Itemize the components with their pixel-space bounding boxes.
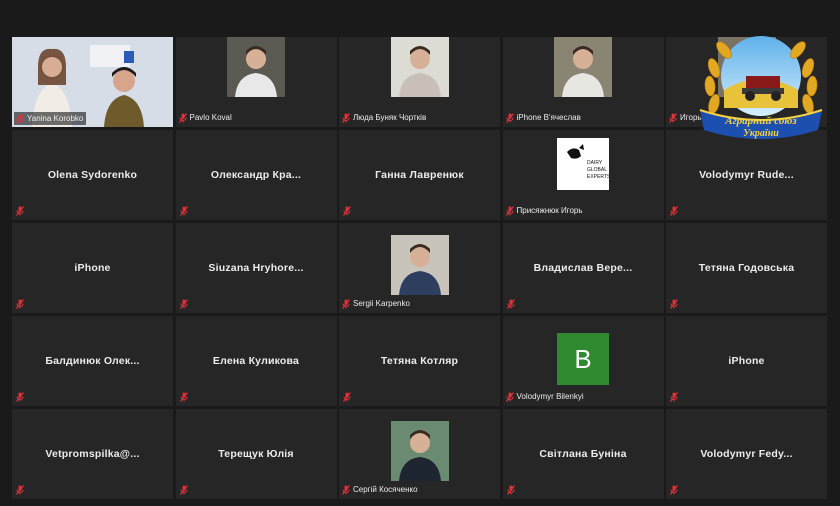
participant-tile[interactable]: iPhone [666, 316, 827, 406]
participant-tile[interactable]: Сергій Косяченко [339, 409, 500, 499]
participant-caption: Люда Буняк Чортків [342, 111, 426, 124]
participant-tile[interactable]: Olena Sydorenko [12, 130, 173, 220]
participant-name: iPhone [74, 262, 111, 274]
participant-tile[interactable]: Владислав Вере... [502, 223, 664, 313]
participant-tile[interactable]: Олександр Кра... [175, 130, 337, 220]
participant-caption: Volodymyr Bilenkyi [505, 390, 584, 403]
muted-mic-icon [16, 299, 24, 309]
participant-tile[interactable]: Балдинюк Олек... [12, 316, 173, 406]
muted-mic-icon [670, 485, 678, 495]
participant-name: Олександр Кра... [210, 169, 302, 181]
participant-caption: Присяжнюк Игорь [505, 204, 583, 217]
participant-name: iPhone [728, 355, 765, 367]
participant-tile[interactable]: DAIRY GLOBAL EXPERTS Присяжнюк Игорь [502, 130, 664, 220]
participant-name: Присяжнюк Игорь [516, 206, 583, 215]
logo-text-1: DAIRY [587, 160, 603, 166]
participant-tile[interactable]: Pavlo Koval [175, 37, 337, 127]
participant-caption: Yanina Korobko [14, 112, 87, 125]
participant-name: Владислав Вере... [533, 262, 633, 274]
muted-mic-icon [179, 299, 188, 309]
logo-text-3: EXPERTS [587, 174, 609, 180]
muted-mic-icon [342, 112, 350, 123]
muted-mic-icon [506, 485, 515, 495]
participant-tile[interactable]: Sergii Karpenko [339, 223, 500, 313]
participant-tile[interactable]: Yanina Korobko [12, 37, 173, 127]
participant-tile[interactable]: Світлана Буніна [502, 409, 664, 499]
participant-caption: Сергій Косяченко [342, 483, 418, 496]
participant-name: Volodymyr Fedy... [700, 448, 793, 460]
muted-mic-icon [16, 392, 24, 402]
participant-name: Volodymyr Rude... [699, 169, 794, 181]
muted-mic-icon [342, 298, 350, 309]
participant-name: Vetpromspilka@... [45, 448, 140, 460]
participant-name: Volodymyr Bilenkyi [516, 392, 584, 401]
participant-tile[interactable]: Volodymyr Rude... [666, 130, 827, 220]
participant-name: Pavlo Koval [189, 113, 232, 122]
muted-mic-icon [178, 112, 187, 123]
participant-tile[interactable]: Тетяна Котляр [339, 316, 500, 406]
participant-tile[interactable]: B Volodymyr Bilenkyi [502, 316, 664, 406]
muted-mic-icon [16, 485, 24, 495]
dairy-global-experts-logo: DAIRYGLOBALEXPERTS [557, 138, 609, 190]
participant-video [390, 235, 449, 295]
participant-tile[interactable]: Volodymyr Fedy... [666, 409, 827, 499]
muted-mic-icon [670, 299, 678, 309]
participant-tile[interactable]: Vetpromspilka@... [12, 409, 173, 499]
participant-name: Елена Куликова [212, 355, 300, 367]
participant-name: Тетяна Годовська [698, 262, 795, 274]
participant-name: Sergii Karpenko [353, 299, 410, 308]
participant-name: iPhone В'ячеслав [516, 113, 581, 122]
participant-name: Yanina Korobko [27, 114, 84, 123]
participant-tile[interactable]: Тетяна Годовська [666, 223, 827, 313]
badge-line1: Аграрний союз [724, 115, 797, 127]
avatar-initial: B [557, 333, 609, 385]
participant-video [227, 37, 285, 97]
participant-name: Сергій Косяченко [353, 485, 418, 494]
participant-caption: iPhone В'ячеслав [505, 111, 581, 124]
participant-tile[interactable]: Siuzana Hryhore... [175, 223, 337, 313]
muted-mic-icon [670, 206, 678, 216]
muted-mic-icon [505, 391, 514, 402]
participant-video [390, 37, 449, 97]
participant-tile[interactable]: iPhone [12, 223, 173, 313]
participant-name: Терещук Юлія [218, 448, 294, 460]
muted-mic-icon [505, 112, 514, 123]
participant-name: Балдинюк Олек... [45, 355, 140, 367]
participant-video [554, 37, 612, 97]
muted-mic-icon [505, 205, 514, 216]
badge-line2: України [743, 128, 779, 139]
participant-caption: Sergii Karpenko [342, 297, 410, 310]
participant-name: Olena Sydorenko [47, 169, 138, 181]
participant-tile[interactable]: Люда Буняк Чортків [339, 37, 500, 127]
muted-mic-icon [506, 299, 515, 309]
participant-tile[interactable]: Ганна Лавренюк [339, 130, 500, 220]
agrarian-union-badge: Аграрний союз України [699, 36, 823, 139]
muted-mic-icon [342, 484, 350, 495]
participant-caption: Pavlo Koval [178, 111, 232, 124]
muted-mic-icon [179, 392, 188, 402]
participant-name: Ганна Лавренюк [375, 169, 464, 181]
participant-name: Світлана Буніна [539, 448, 627, 460]
muted-mic-icon [669, 112, 677, 123]
participant-tile[interactable]: Терещук Юлія [175, 409, 337, 499]
participant-name: Тетяна Котляр [380, 355, 459, 367]
muted-mic-icon [179, 485, 188, 495]
muted-mic-icon [670, 392, 678, 402]
participant-name: Siuzana Hryhore... [208, 262, 304, 274]
muted-mic-icon [179, 206, 188, 216]
muted-mic-icon [16, 113, 24, 124]
participant-tile[interactable]: Елена Куликова [175, 316, 337, 406]
participant-video [390, 421, 449, 481]
participant-tile[interactable]: iPhone В'ячеслав [502, 37, 664, 127]
muted-mic-icon [343, 206, 351, 216]
muted-mic-icon [16, 206, 24, 216]
logo-text-2: GLOBAL [587, 167, 607, 173]
participant-name: Люда Буняк Чортків [353, 113, 427, 122]
muted-mic-icon [343, 392, 351, 402]
